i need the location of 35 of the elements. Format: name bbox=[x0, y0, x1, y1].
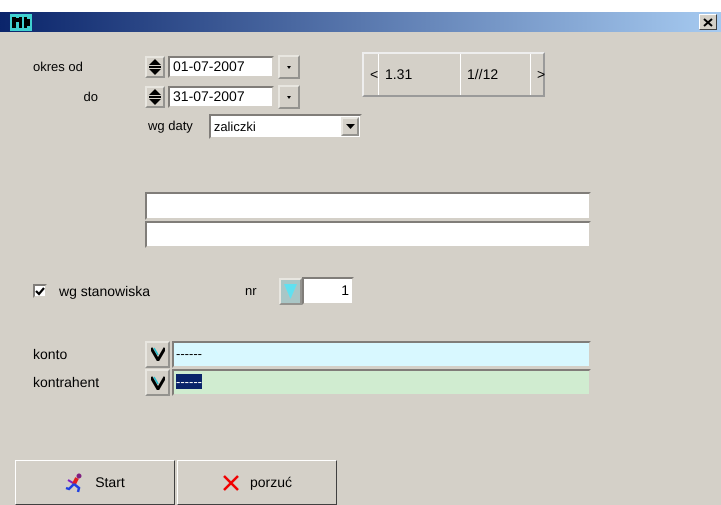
field-label: nr bbox=[245, 282, 258, 300]
close-icon bbox=[703, 18, 713, 26]
text-field[interactable] bbox=[145, 221, 591, 248]
close-button[interactable] bbox=[699, 14, 717, 30]
text-field[interactable] bbox=[145, 192, 591, 220]
previous-button[interactable]: < bbox=[364, 54, 379, 95]
spin-icon[interactable] bbox=[145, 56, 165, 78]
triangle-down-icon bbox=[284, 284, 297, 298]
caret-icon bbox=[287, 66, 291, 68]
close-icon bbox=[222, 474, 240, 492]
field-label: okres od bbox=[32, 58, 84, 76]
chevron-down-icon bbox=[150, 376, 164, 390]
lookup-button[interactable] bbox=[145, 340, 170, 368]
chevron-down-icon bbox=[150, 347, 164, 361]
next-button[interactable]: > bbox=[531, 54, 543, 95]
lookup-button[interactable] bbox=[145, 369, 170, 396]
page-counter: 1//12 bbox=[461, 54, 531, 95]
checkbox[interactable] bbox=[33, 284, 47, 298]
lookup-field[interactable]: ------ bbox=[172, 369, 591, 396]
field-label: kontrahent bbox=[33, 373, 100, 392]
action-button[interactable]: Start bbox=[15, 460, 175, 505]
lookup-field[interactable]: ------ bbox=[172, 340, 591, 368]
spin-icon[interactable] bbox=[145, 86, 165, 108]
date-field[interactable]: 01-07-2007 bbox=[168, 56, 274, 78]
field-label: do bbox=[82, 88, 99, 106]
field-label: wg daty bbox=[148, 117, 194, 136]
date-field[interactable]: 31-07-2007 bbox=[168, 86, 274, 108]
checkbox-label: wg stanowiska bbox=[59, 282, 152, 301]
app-logo-icon bbox=[10, 14, 32, 30]
date-basis-dropdown[interactable]: zaliczki bbox=[208, 114, 362, 138]
period-value: 1.31 bbox=[379, 54, 461, 95]
field-label: konto bbox=[33, 344, 68, 364]
caret-icon bbox=[287, 96, 291, 98]
action-button[interactable]: porzuć bbox=[177, 460, 337, 505]
number-field[interactable]: 1 bbox=[302, 277, 354, 305]
